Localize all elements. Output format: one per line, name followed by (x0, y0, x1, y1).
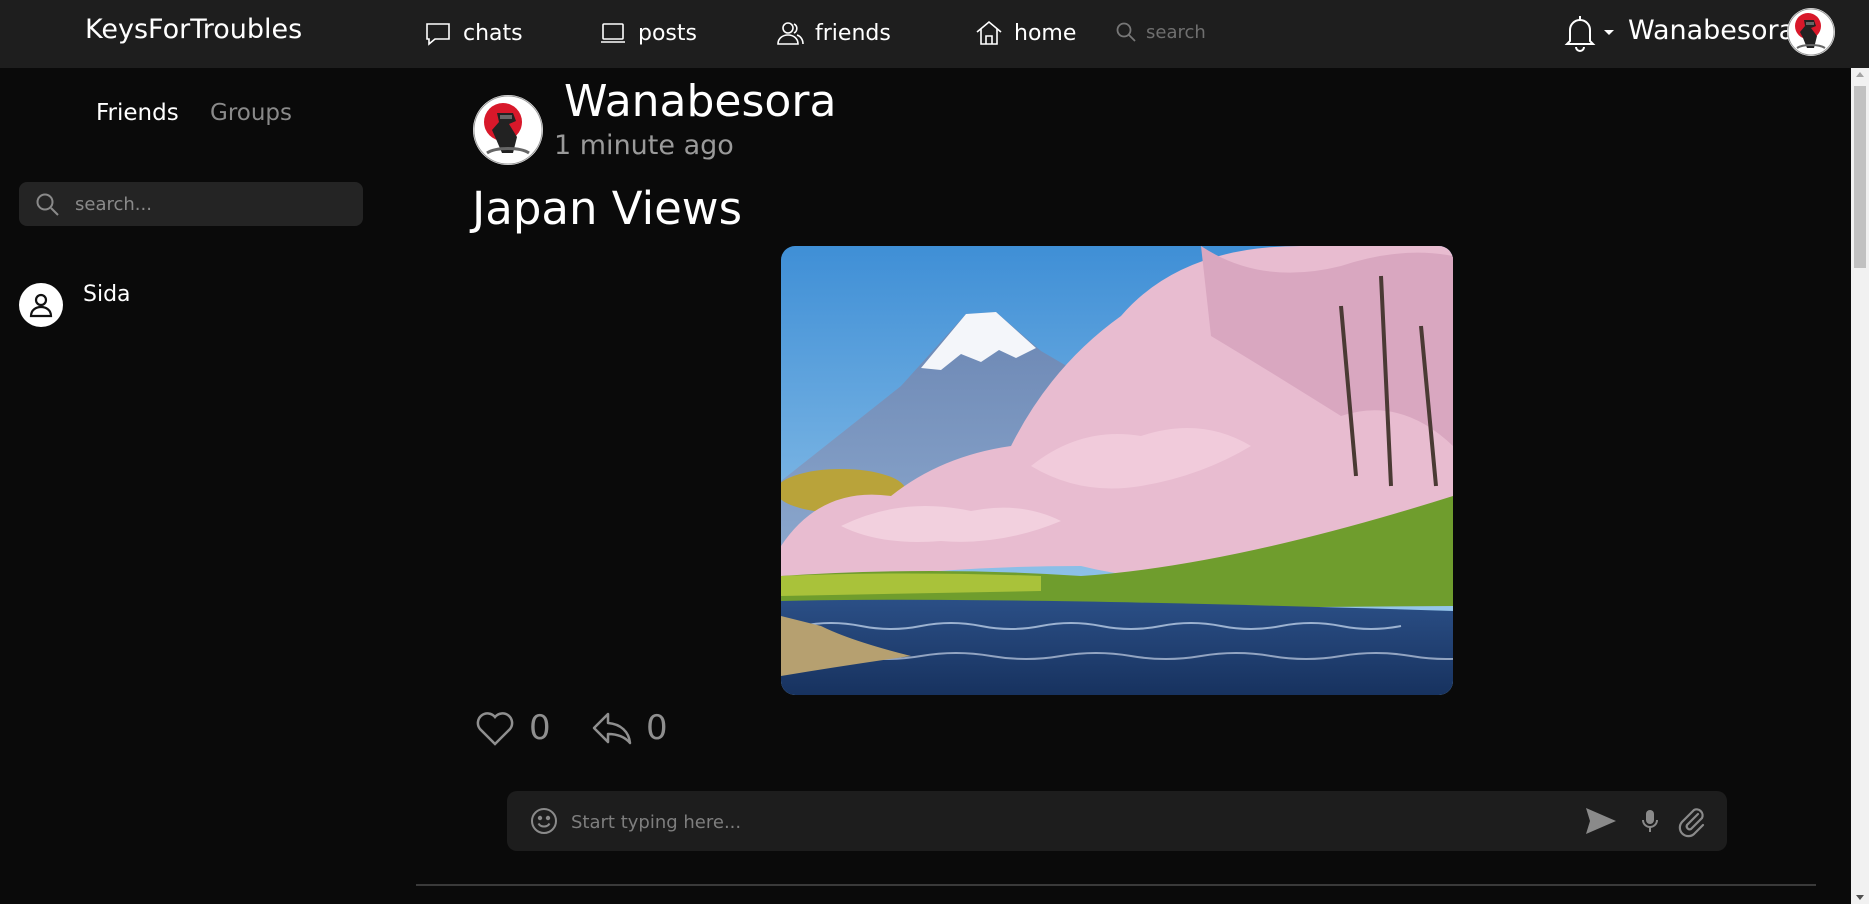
scroll-up-arrow-icon[interactable] (1856, 72, 1864, 77)
friend-name: Sida (83, 282, 131, 307)
composer-input[interactable] (569, 805, 1473, 839)
post-author-avatar[interactable] (473, 95, 543, 165)
post-author-name[interactable]: Wanabesora (564, 76, 836, 127)
share-button[interactable]: 0 (590, 706, 668, 750)
nav-chats[interactable]: chats (423, 18, 523, 48)
top-navbar: KeysForTroubles chats posts friends home (0, 0, 1869, 68)
microphone-icon[interactable] (1633, 804, 1667, 838)
brand-logo[interactable]: KeysForTroubles (85, 14, 302, 45)
nav-posts-label: posts (638, 20, 697, 46)
bell-icon[interactable] (1562, 12, 1598, 52)
share-count: 0 (646, 708, 668, 748)
sidebar-search-input[interactable] (73, 192, 347, 216)
nav-posts[interactable]: posts (598, 18, 697, 48)
post-image[interactable] (781, 246, 1453, 695)
like-count: 0 (529, 708, 551, 748)
message-composer (507, 791, 1727, 851)
post-title: Japan Views (472, 182, 743, 235)
nav-home[interactable]: home (974, 18, 1076, 48)
sidebar-search (19, 182, 363, 226)
post-divider (416, 884, 1816, 886)
friend-list-item[interactable]: Sida (19, 282, 131, 327)
user-avatar[interactable] (1787, 8, 1835, 56)
laptop-icon (601, 23, 625, 43)
tab-friends[interactable]: Friends (96, 100, 179, 126)
tab-groups[interactable]: Groups (210, 100, 292, 126)
heart-icon (476, 712, 514, 746)
scrollbar-thumb[interactable] (1854, 86, 1866, 268)
top-search-input[interactable] (1144, 20, 1368, 44)
top-search (1114, 20, 1368, 44)
chat-bubble-icon (426, 23, 450, 46)
nav-home-label: home (1014, 20, 1077, 46)
users-icon (777, 22, 804, 45)
emoji-icon[interactable] (529, 806, 559, 836)
nav-chats-label: chats (463, 20, 523, 46)
scroll-down-arrow-icon[interactable] (1856, 895, 1864, 900)
nav-friends[interactable]: friends (775, 18, 891, 48)
nav-friends-label: friends (815, 20, 891, 46)
like-button[interactable]: 0 (473, 706, 551, 750)
current-user-name[interactable]: Wanabesora (1628, 15, 1795, 46)
user-icon (29, 293, 53, 318)
chevron-down-icon[interactable] (1603, 26, 1615, 38)
reply-arrow-icon (592, 712, 632, 745)
send-icon[interactable] (1584, 804, 1618, 838)
search-icon (36, 193, 59, 216)
post-timestamp: 1 minute ago (554, 130, 734, 161)
search-icon (1116, 22, 1136, 42)
home-icon (976, 20, 1002, 45)
friend-avatar (19, 283, 63, 327)
page-scrollbar[interactable] (1851, 68, 1869, 904)
paperclip-icon[interactable] (1674, 804, 1708, 838)
